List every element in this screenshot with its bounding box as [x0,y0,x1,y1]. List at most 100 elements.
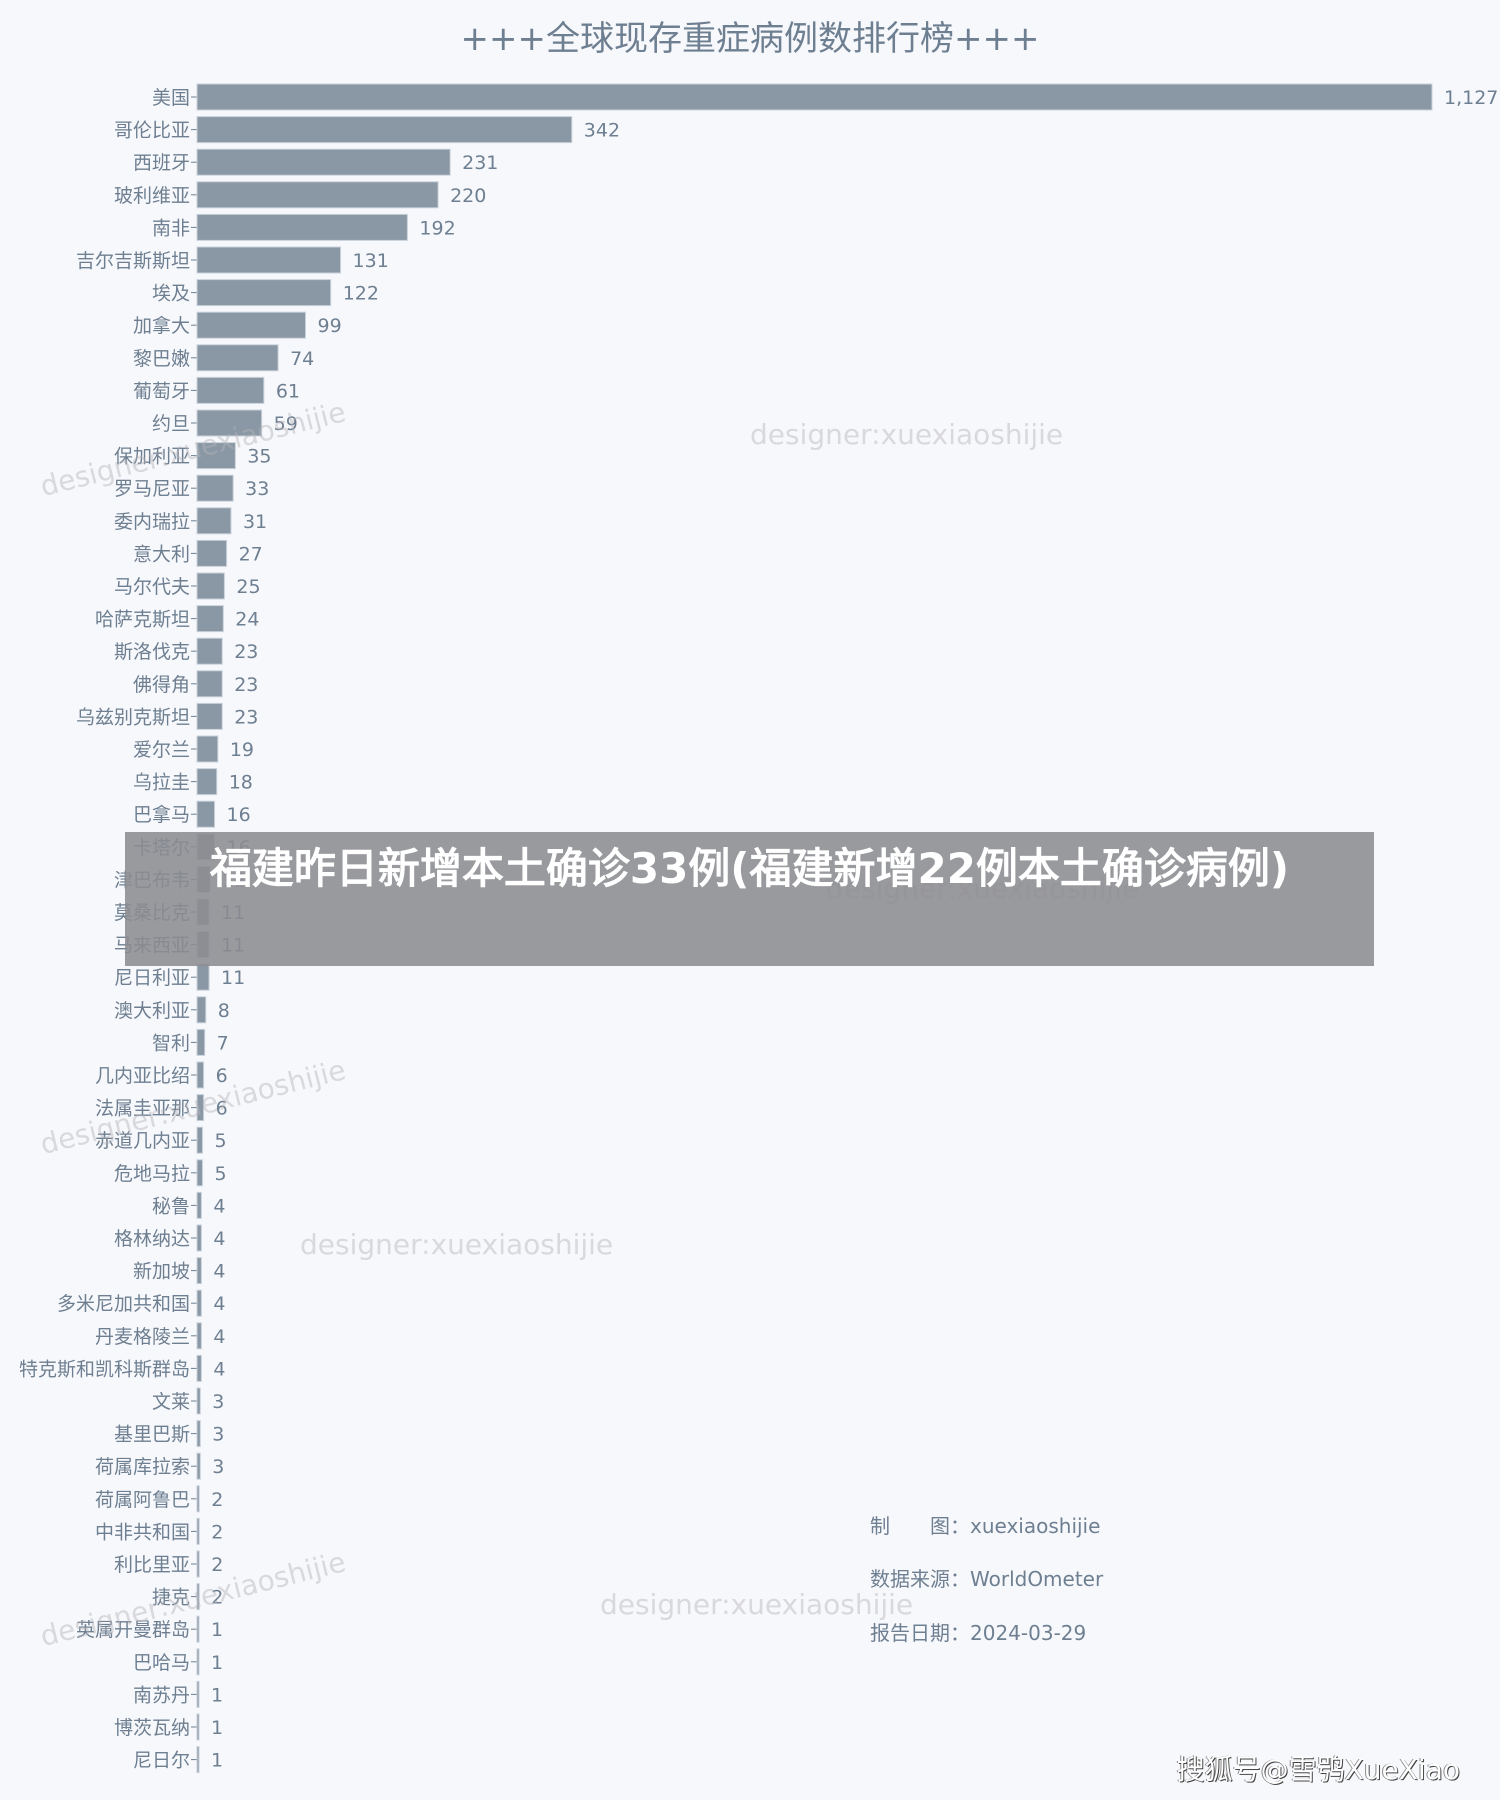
info-source: 数据来源：WorldOmeter [870,1563,1103,1592]
category-label: 委内瑞拉 [114,511,190,533]
bar [196,344,279,372]
value-label: 231 [462,152,498,174]
bar [196,1420,201,1448]
category-label: 乌拉圭 [133,772,190,794]
bar [196,1387,201,1415]
bar [196,800,216,828]
bar [196,1126,203,1154]
bar [196,1094,205,1122]
bar [196,246,342,274]
category-label: 尼日利亚 [114,967,190,989]
value-label: 131 [353,250,389,272]
category-label: 捷克 [152,1587,190,1609]
footer-credit: 搜狐号@雪鸮XueXiao [1176,1753,1460,1786]
category-label: 特克斯和凯科斯群岛 [19,1358,190,1380]
bar [196,83,1433,111]
value-label: 61 [276,380,300,402]
category-label: 罗马尼亚 [114,478,190,500]
category-label: 几内亚比绍 [95,1065,190,1087]
bar [196,963,210,991]
category-label: 丹麦格陵兰 [95,1326,190,1348]
bar [196,1289,202,1317]
bar [196,1648,200,1676]
category-label: 秘鲁 [152,1195,190,1217]
bar [196,1061,205,1089]
value-label: 8 [218,1000,230,1022]
bar [196,1746,200,1774]
bar [196,376,265,404]
value-label: 27 [239,543,263,565]
category-label: 多米尼加共和国 [57,1293,190,1315]
value-label: 1 [211,1652,223,1674]
bar [196,311,306,339]
bar [196,670,223,698]
value-label: 23 [234,674,258,696]
bar [196,442,236,470]
category-label: 南苏丹 [133,1684,190,1706]
value-label: 6 [216,1098,228,1120]
value-label: 7 [217,1032,229,1054]
value-label: 5 [214,1130,226,1152]
category-label: 黎巴嫩 [133,348,190,370]
value-label: 4 [213,1293,225,1315]
value-label: 4 [213,1228,225,1250]
category-label: 新加坡 [133,1261,190,1283]
category-label: 智利 [152,1032,190,1054]
value-label: 19 [230,739,254,761]
category-label: 葡萄牙 [133,380,190,402]
category-label: 荷属库拉索 [95,1456,190,1478]
category-label: 巴拿马 [133,803,190,826]
category-label: 博茨瓦纳 [114,1717,190,1739]
category-label: 哈萨克斯坦 [95,609,190,631]
category-label: 格林纳达 [114,1228,190,1250]
value-label: 25 [236,576,260,598]
category-label: 荷属阿鲁巴 [95,1489,190,1511]
bar [196,1322,202,1350]
bar [196,507,232,535]
bar [196,474,234,502]
headline-overlay: 福建昨日新增本土确诊33例(福建新增22例本土确诊病例) [125,832,1374,966]
category-label: 乌兹别克斯坦 [76,706,190,728]
value-label: 24 [235,609,259,631]
category-label: 马尔代夫 [114,576,190,598]
category-label: 吉尔吉斯斯坦 [76,250,190,272]
value-label: 11 [221,967,245,989]
category-label: 加拿大 [133,314,190,337]
bar [196,409,263,437]
value-label: 1 [211,1684,223,1706]
value-label: 18 [229,772,253,794]
value-label: 23 [234,641,258,663]
value-label: 192 [419,217,455,239]
value-label: 1 [211,1750,223,1772]
value-label: 122 [343,283,379,305]
value-label: 4 [213,1358,225,1380]
value-label: 31 [243,511,267,533]
value-label: 220 [450,185,486,207]
bar [196,116,573,144]
value-label: 74 [290,348,314,370]
bar [196,213,408,241]
bar [196,1452,201,1480]
value-label: 3 [212,1424,224,1446]
info-source-label: 数据来源： [870,1567,970,1591]
value-label: 3 [212,1456,224,1478]
category-label: 西班牙 [133,152,190,174]
bar [196,279,332,307]
category-label: 埃及 [152,283,190,305]
bar [196,1680,200,1708]
category-label: 玻利维亚 [114,185,190,207]
value-label: 1 [211,1717,223,1739]
info-date-value: 2024-03-29 [970,1621,1087,1645]
category-label: 尼日尔 [133,1750,190,1772]
bar [196,996,207,1024]
bar [196,702,223,730]
category-label: 保加利亚 [114,446,190,468]
value-label: 16 [227,804,251,826]
bar [196,1224,202,1252]
category-label: 基里巴斯 [114,1424,190,1446]
value-label: 35 [247,446,271,468]
bar [196,605,224,633]
category-label: 危地马拉 [114,1163,190,1185]
bar [196,1485,200,1513]
bar [196,1713,200,1741]
